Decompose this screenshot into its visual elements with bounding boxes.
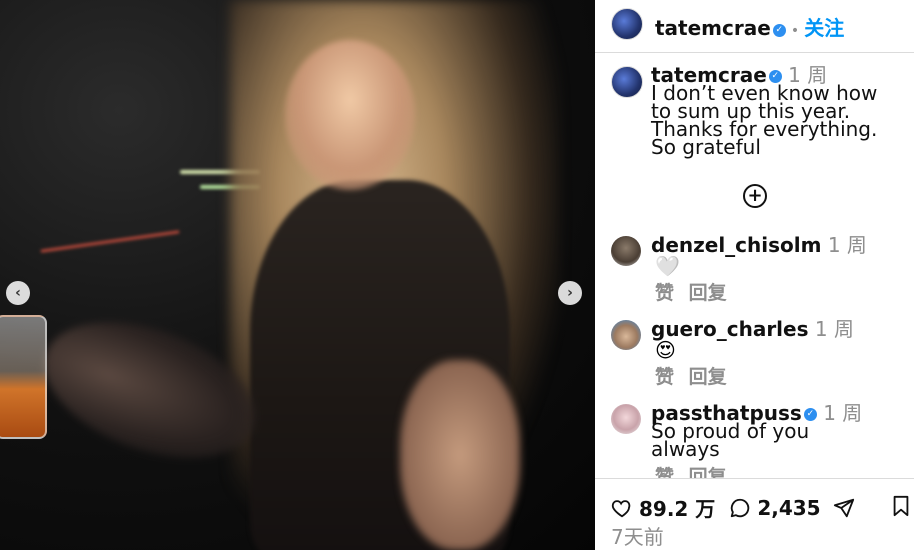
separator-dot: • xyxy=(790,23,800,39)
chevron-right-icon[interactable]: › xyxy=(558,281,582,305)
reply-button[interactable]: 回复 xyxy=(689,366,727,388)
post-header: tatemcrae ✓ • 关注 xyxy=(595,0,914,53)
comment-text: 😍 xyxy=(655,338,676,362)
comment-item: passthatpuss ✓ 1 周 So proud of you always… xyxy=(611,402,914,478)
verified-badge-icon: ✓ xyxy=(772,24,786,37)
comment-time: 1 周 xyxy=(827,233,867,257)
author-avatar[interactable] xyxy=(611,8,643,40)
comment-time: 1 周 xyxy=(814,317,854,341)
post-media[interactable]: ‹ › xyxy=(0,0,595,550)
comment-item: guero_charles 1 周 😍 赞 回复 xyxy=(611,318,914,388)
commenter-avatar[interactable] xyxy=(611,320,641,350)
author-username[interactable]: tatemcrae xyxy=(655,16,771,40)
reply-button[interactable]: 回复 xyxy=(689,282,727,304)
comments-panel: tatemcrae ✓ • 关注 tatemcrae ✓ 1 周 I don’t e… xyxy=(595,0,914,550)
chevron-left-icon[interactable]: ‹ xyxy=(6,281,30,305)
photo-subject-face xyxy=(285,40,415,190)
bookmark-icon[interactable] xyxy=(891,495,911,517)
light-streak xyxy=(40,230,180,253)
paper-plane-icon[interactable] xyxy=(833,497,855,519)
comment-item: denzel_chisolm 1 周 🤍 赞 回复 xyxy=(611,234,914,304)
posted-time[interactable]: 7天前 xyxy=(611,521,664,550)
like-comment-button[interactable]: 赞 xyxy=(655,282,674,304)
follow-button[interactable]: 关注 xyxy=(804,16,844,40)
caption-author-avatar[interactable] xyxy=(611,66,643,98)
heart-icon[interactable] xyxy=(611,497,633,519)
comments-count[interactable]: 2,435 xyxy=(757,496,820,520)
reply-button[interactable]: 回复 xyxy=(689,466,727,478)
commenter-avatar[interactable] xyxy=(611,236,641,266)
speech-bubble-icon[interactable] xyxy=(729,497,751,519)
post-actions-bar: 89.2 万 2,435 7天前 xyxy=(595,478,914,551)
photo-subject-midriff xyxy=(400,360,520,550)
likes-count[interactable]: 89.2 万 xyxy=(639,493,715,522)
post-caption: tatemcrae ✓ 1 周 I don’t even know how to … xyxy=(611,64,914,174)
like-comment-button[interactable]: 赞 xyxy=(655,366,674,388)
plus-circle-icon[interactable]: + xyxy=(743,184,767,208)
comment-text: 🤍 xyxy=(655,254,680,278)
commenter-avatar[interactable] xyxy=(611,404,641,434)
comment-time: 1 周 xyxy=(823,402,863,425)
photo-drink-glass xyxy=(0,315,47,439)
like-comment-button[interactable]: 赞 xyxy=(655,466,674,478)
